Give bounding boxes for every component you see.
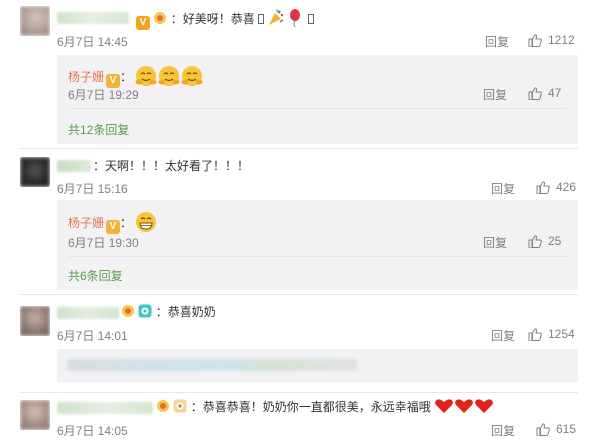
like-button[interactable]: 1212 [528, 33, 575, 47]
thumbs-up-icon [528, 33, 542, 47]
divider [68, 256, 567, 257]
reply-button[interactable]: 回复 [491, 327, 515, 344]
thumbs-up-icon [536, 422, 550, 436]
member-badge-icon [173, 399, 187, 413]
level-badge-icon [156, 399, 170, 413]
reply-colon: ： [120, 216, 133, 230]
comment-text: ： [170, 12, 183, 26]
divider [20, 148, 578, 149]
reply-box: 杨子姗 V： 6月7日 19:30 回复 25 共6条回复 [57, 200, 578, 290]
divider [20, 294, 578, 295]
comment-text: ：恭喜恭喜！奶奶你一直都很美，永远幸福哦 [190, 400, 431, 414]
verified-badge-icon: V [106, 220, 121, 234]
divider [20, 392, 578, 393]
avatar[interactable] [20, 306, 50, 336]
avatar[interactable] [20, 400, 50, 430]
more-replies-link[interactable]: 共6条回复 [68, 267, 123, 284]
reply-colon: ： [120, 70, 133, 84]
more-replies-link[interactable]: 共12条回复 [68, 121, 129, 138]
like-button[interactable]: 47 [528, 86, 561, 100]
comment-text-line: ：恭喜恭喜！奶奶你一直都很美，永远幸福哦 [156, 398, 494, 418]
like-count: 426 [556, 180, 577, 194]
comment-text-line: ：恭喜奶奶 [121, 304, 216, 320]
blurred-reply-preview [67, 359, 357, 371]
level-badge-icon [121, 304, 135, 318]
thumbs-up-icon [528, 86, 542, 100]
username[interactable] [57, 12, 129, 24]
like-count: 47 [548, 86, 562, 100]
like-button[interactable]: 1254 [528, 327, 575, 341]
thumbs-up-icon [528, 234, 542, 248]
tofu-icon [258, 14, 265, 24]
avatar[interactable] [20, 6, 50, 36]
timestamp: 6月7日 14:45 [57, 35, 128, 49]
like-count: 1212 [548, 33, 575, 47]
like-count: 1254 [548, 327, 575, 341]
reply-timestamp: 6月7日 19:29 [68, 88, 139, 102]
like-button[interactable]: 615 [536, 422, 576, 436]
divider [68, 108, 567, 109]
comment-text: 好美呀！恭喜 [182, 12, 255, 26]
reply-author[interactable]: 杨子姗 [68, 70, 104, 84]
username[interactable] [57, 402, 153, 414]
hug-emoji-icon [135, 65, 205, 91]
reply-button[interactable]: 回复 [491, 180, 515, 197]
username[interactable] [57, 160, 91, 172]
comment-text: ：天啊！！！太好看了！！！ [93, 159, 250, 173]
member-badge-icon [138, 304, 152, 318]
level-badge-icon [153, 11, 167, 25]
thumbs-up-icon [528, 327, 542, 341]
timestamp: 6月7日 15:16 [57, 182, 128, 196]
timestamp: 6月7日 14:01 [57, 329, 128, 343]
thumbs-up-icon [536, 180, 550, 194]
reply-author[interactable]: 杨子姗 [68, 216, 104, 230]
like-count: 25 [548, 234, 562, 248]
avatar[interactable] [20, 157, 50, 187]
like-count: 615 [556, 422, 577, 436]
reply-button[interactable]: 回复 [485, 33, 509, 50]
timestamp: 6月7日 14:05 [57, 424, 128, 438]
heart-icon [434, 398, 494, 418]
like-button[interactable]: 25 [528, 234, 561, 248]
comment-text-line: V ：好美呀！恭喜 [134, 9, 315, 31]
reply-button[interactable]: 回复 [491, 422, 515, 439]
reply-box [57, 349, 578, 382]
tofu-icon [308, 14, 315, 24]
verified-badge-icon: V [136, 16, 150, 30]
reply-box: 杨子姗 V： 6月7日 19:29 回复 47 共12条回复 [57, 55, 578, 144]
reply-button[interactable]: 回复 [483, 86, 507, 103]
reply-button[interactable]: 回复 [483, 234, 507, 251]
reply-timestamp: 6月7日 19:30 [68, 236, 139, 250]
like-button[interactable]: 426 [536, 180, 576, 194]
balloon-icon [289, 9, 301, 31]
comment-text: ：恭喜奶奶 [155, 305, 216, 319]
username[interactable] [57, 307, 119, 319]
party-popper-icon [267, 9, 285, 31]
